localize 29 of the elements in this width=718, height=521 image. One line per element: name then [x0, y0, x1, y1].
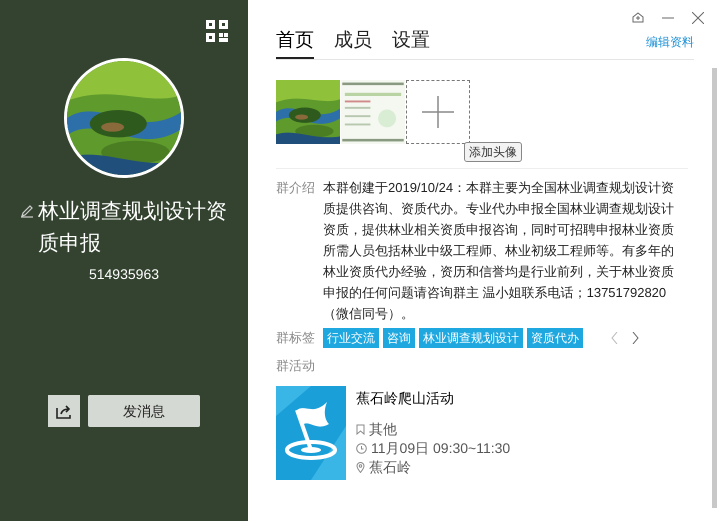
intro-label: 群介绍 — [276, 179, 315, 197]
tooltip: 添加头像 — [464, 142, 522, 162]
activity-time: 11月09日 09:30~11:30 — [371, 438, 510, 458]
share-icon — [56, 404, 72, 418]
send-message-button[interactable]: 发消息 — [88, 395, 200, 427]
tags-label: 群标签 — [276, 329, 315, 348]
add-avatar-button[interactable] — [406, 80, 470, 144]
activity-title[interactable]: 蕉石岭爬山活动 — [356, 388, 510, 408]
group-name: 林业调查规划设计资质申报 — [38, 199, 228, 257]
tab[interactable]: 首页 — [276, 28, 314, 59]
pencil-icon[interactable] — [20, 204, 34, 218]
clock-icon — [356, 442, 367, 454]
activity-place: 蕉石岭 — [369, 458, 411, 476]
location-pin-icon — [356, 462, 365, 472]
plus-icon — [422, 96, 454, 128]
intro-text: 本群创建于2019/10/24：本群主要为全国林业调查规划设计资质提供咨询、资质代办。专业代办申报全国林业调查规划设计资质，提供林业相关资质申报咨询，同时可招聘申报林业资质所需人员包括林业中级工程师、林业初级工程师等。有多年的林业资质代办经验，资历和信誉均是行业前列，关于林业资质申报的任何问题请咨询群主 温小姐联系电话；13751792820（微信同号）。 — [323, 179, 676, 323]
qr-code-icon[interactable] — [206, 20, 228, 42]
tab[interactable]: 设置 — [392, 28, 430, 59]
share-button[interactable] — [48, 395, 80, 427]
bookmark-icon — [356, 424, 365, 434]
activity-label: 群活动 — [276, 357, 316, 375]
group-number: 514935963 — [88, 265, 160, 284]
edit-profile-link[interactable]: 编辑资料 — [646, 33, 694, 51]
chevron-right-icon[interactable] — [632, 332, 639, 344]
close-icon[interactable] — [692, 12, 704, 24]
scrollbar[interactable] — [712, 68, 717, 508]
flag-target-icon[interactable] — [276, 386, 346, 480]
activity-category: 其他 — [369, 420, 397, 438]
tab[interactable]: 成员 — [334, 28, 372, 59]
